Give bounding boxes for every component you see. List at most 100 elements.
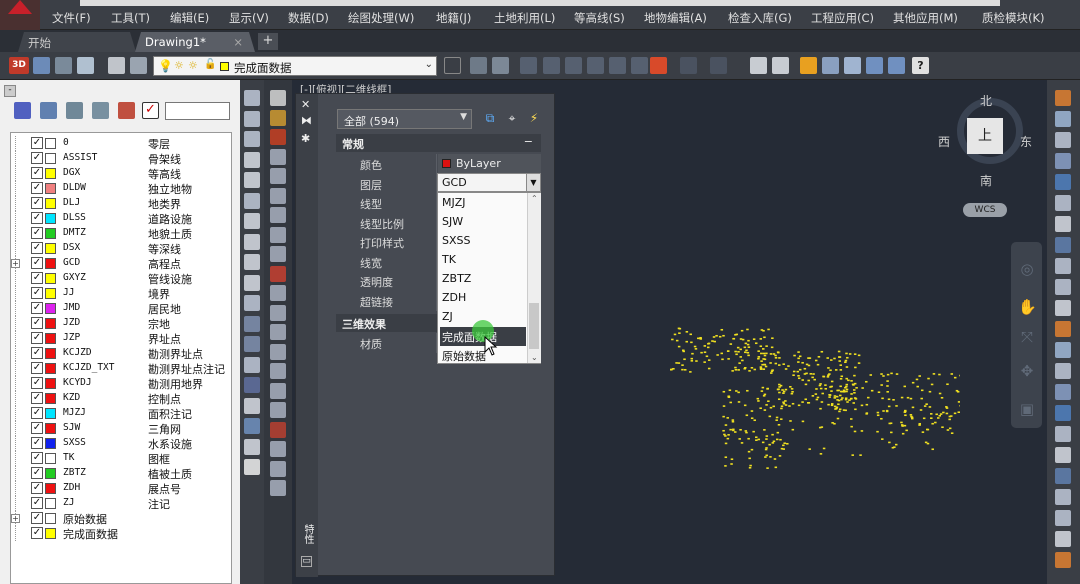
explode-icon[interactable] [270,421,286,438]
expand-icon[interactable]: + [11,514,20,523]
zoom-extents-icon[interactable]: ⤧ [1018,328,1036,346]
palette-menu-icon[interactable]: ▭ [301,556,312,567]
layer-visible-checkbox[interactable]: ✓ [31,317,43,329]
layer-color-swatch[interactable] [45,288,56,299]
layer-row[interactable]: ✓ TK 图框 [11,451,231,466]
scroll-up-icon[interactable]: ⌃ [531,194,538,203]
layer-row[interactable]: ✓ ZJ 注记 [11,496,231,511]
3d-view-button[interactable]: 3D [9,57,29,74]
erase-icon[interactable] [270,129,286,145]
layer-visible-checkbox[interactable]: ✓ [31,242,43,254]
layer-row[interactable]: ✓ SJW 三角网 [11,421,231,436]
array-icon[interactable] [270,207,286,223]
move-icon[interactable] [270,226,286,243]
render-icon[interactable] [33,57,50,74]
panel-minimize-button[interactable]: - [4,85,16,97]
hatch-icon[interactable] [244,377,260,393]
layer-row[interactable]: ✓ KCJZD 勘测界址点 [11,346,231,361]
layer-row[interactable]: ✓ GXYZ 管线设施 [11,271,231,286]
layer-row[interactable]: + ✓ 原始数据 [11,511,231,526]
point-icon[interactable] [844,57,861,74]
layer-color-swatch[interactable] [45,363,56,374]
scale-icon[interactable] [270,265,286,282]
circle-icon[interactable] [244,213,260,229]
layer-visible-checkbox[interactable]: ✓ [31,377,43,389]
properties-icon[interactable] [750,57,767,74]
zoom-previous-icon[interactable] [631,57,648,74]
layer-row[interactable]: ✓ JZP 界址点 [11,331,231,346]
zoom-icon[interactable] [565,57,582,74]
layer-visible-checkbox[interactable]: ✓ [31,197,43,209]
compass-north[interactable]: 北 [980,92,992,109]
layer-visible-checkbox[interactable]: ✓ [31,347,43,359]
layer-row[interactable]: ✓ DMTZ 地貌土质 [11,226,231,241]
right-tool-icon[interactable] [1055,384,1071,400]
right-tool-icon[interactable] [1055,321,1071,337]
layer-visible-checkbox[interactable]: ✓ [31,422,43,434]
layer-visible-checkbox[interactable]: ✓ [31,497,43,509]
layer-visible-checkbox[interactable]: ✓ [31,182,43,194]
compass-south[interactable]: 南 [980,172,992,189]
new-tab-button[interactable]: + [258,33,278,50]
layer-color-swatch[interactable] [45,348,56,359]
zoom-realtime-icon[interactable] [650,57,667,74]
layer-color-swatch[interactable] [45,183,56,194]
layer-row[interactable]: ✓ ASSIST 骨架线 [11,151,231,166]
selection-filter-dropdown[interactable]: 全部 (594) ▼ [337,109,472,129]
right-tool-icon[interactable] [1055,132,1071,148]
layer-color-swatch[interactable] [45,378,56,389]
application-menu-button[interactable] [0,0,40,30]
expand-icon[interactable]: + [11,259,20,268]
open-icon[interactable] [470,57,487,74]
mirror-icon[interactable] [270,168,286,184]
make-block-icon[interactable] [244,336,260,352]
design-center-icon[interactable] [772,57,789,74]
polyline-icon[interactable] [520,57,537,74]
right-tool-icon[interactable] [1055,153,1071,169]
menu-other[interactable]: 其他应用(M) [893,10,958,26]
right-tool-icon[interactable] [1055,174,1071,190]
layer-visible-checkbox[interactable]: ✓ [31,467,43,479]
zoom-extents-icon[interactable] [609,57,626,74]
ellipse-icon[interactable] [244,274,260,291]
layer-color-swatch[interactable] [45,273,56,284]
right-tool-icon[interactable] [1055,279,1071,295]
right-tool-icon[interactable] [1055,258,1071,274]
layer-new-icon[interactable] [14,102,31,119]
rotate-icon[interactable] [270,246,286,262]
copy-icon[interactable] [270,148,286,165]
layer-state-icon[interactable] [130,57,147,74]
layer-color-swatch[interactable] [45,483,56,494]
draw-line-icon[interactable] [800,57,817,74]
layer-visible-checkbox[interactable]: ✓ [31,527,43,539]
layer-visible-checkbox[interactable]: ✓ [31,437,43,449]
menu-feature-edit[interactable]: 地物编辑(A) [644,10,707,26]
frame-icon[interactable] [55,57,72,74]
layer-option[interactable]: MJZJ [440,194,526,213]
layer-row[interactable]: ✓ DLDW 独立地物 [11,181,231,196]
orbit-icon[interactable]: ✥ [1018,362,1036,380]
layer-visible-checkbox[interactable]: ✓ [31,332,43,344]
save-icon[interactable] [492,57,509,74]
property-row[interactable]: 颜色 ByLayer [336,154,541,174]
layer-row[interactable]: ✓ DGX 等高线 [11,166,231,181]
layer-row[interactable]: ✓ DSX 等深线 [11,241,231,256]
menu-drawing[interactable]: 绘图处理(W) [348,10,414,26]
layer-row[interactable]: ✓ JJ 境界 [11,286,231,301]
layer-color-swatch[interactable] [45,393,56,404]
compass-east[interactable]: 东 [1020,133,1032,150]
layer-filter-icon[interactable] [40,102,57,119]
collapse-icon[interactable]: − [524,135,533,148]
layer-color-swatch[interactable] [45,153,56,164]
tab-close-icon[interactable]: × [233,35,243,49]
layer-dropdown[interactable]: 💡 ☼ ☼ 🔓 完成面数据 ⌄ [153,56,437,76]
scroll-down-icon[interactable]: ⌄ [531,353,538,362]
menu-edit[interactable]: 编辑(E) [170,10,209,26]
menu-quality[interactable]: 质检模块(K) [982,10,1045,26]
revcloud-icon[interactable] [244,233,260,250]
dim-icon[interactable] [270,480,286,496]
layer-color-swatch[interactable] [45,423,56,434]
table-icon[interactable] [244,438,260,455]
right-tool-icon[interactable] [1055,489,1071,505]
layer-row[interactable]: ✓ JMD 居民地 [11,301,231,316]
